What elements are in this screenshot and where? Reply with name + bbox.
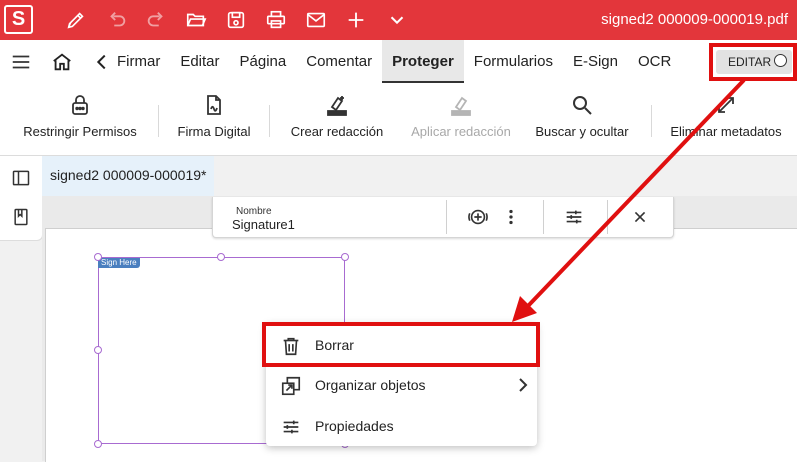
bookmark-icon[interactable]	[11, 207, 31, 227]
field-toolbar-divider	[543, 200, 544, 234]
toolbar-divider	[269, 105, 270, 137]
tab-pagina[interactable]: Página	[230, 40, 297, 83]
pen-icon[interactable]	[65, 9, 87, 31]
sign-here-tag: Sign Here	[98, 258, 140, 268]
tab-comentar[interactable]: Comentar	[296, 40, 382, 83]
propiedades-label: Propiedades	[315, 418, 394, 434]
hamburger-menu-icon[interactable]	[10, 51, 32, 73]
create-redaction-button[interactable]: Crear redacción	[282, 83, 392, 155]
highlight-borrar	[262, 322, 540, 367]
digital-signature-label: Firma Digital	[177, 124, 251, 139]
document-tab[interactable]: signed2 000009-000019*	[42, 156, 214, 196]
search-and-hide-label: Buscar y ocultar	[535, 124, 629, 139]
create-redaction-label: Crear redacción	[290, 124, 384, 139]
remove-metadata-label: Eliminar metadatos	[670, 124, 782, 139]
restrict-permissions-label: Restringir Permisos	[23, 124, 137, 139]
remove-metadata-icon	[714, 93, 738, 117]
tab-editar[interactable]: Editar	[170, 40, 229, 83]
add-field-icon[interactable]	[467, 206, 489, 228]
more-options-icon[interactable]	[500, 206, 522, 228]
field-toolbar-divider	[446, 200, 447, 234]
field-settings-icon[interactable]	[563, 206, 585, 228]
remove-metadata-button[interactable]: Eliminar metadatos	[664, 83, 788, 155]
menu-item-organizar-objetos[interactable]: Organizar objetos	[266, 365, 537, 406]
left-panel-rail	[0, 156, 43, 241]
protect-toolbar: Restringir Permisos Firma Digital Crear …	[0, 83, 797, 156]
close-icon[interactable]	[629, 206, 651, 228]
submenu-chevron-icon	[519, 378, 528, 392]
tab-firmar[interactable]: Firmar	[114, 40, 170, 83]
organizar-objetos-label: Organizar objetos	[315, 377, 426, 393]
tab-formularios[interactable]: Formularios	[464, 40, 563, 83]
field-name-value[interactable]: Signature1	[232, 217, 295, 232]
menu-bar: Firmar Editar Página Comentar Proteger F…	[0, 40, 797, 84]
resize-handle[interactable]	[341, 253, 349, 261]
apply-redaction-icon	[449, 93, 473, 117]
search-and-hide-button[interactable]: Buscar y ocultar	[528, 83, 636, 155]
undo-icon[interactable]	[106, 9, 128, 31]
field-name-label: Nombre	[236, 206, 272, 217]
resize-handle[interactable]	[94, 346, 102, 354]
field-properties-toolbar: Nombre Signature1	[212, 197, 674, 238]
plus-icon[interactable]	[345, 9, 367, 31]
app-logo[interactable]: S	[4, 5, 33, 34]
apply-redaction-label: Aplicar redacción	[411, 124, 511, 139]
field-toolbar-divider	[607, 200, 608, 234]
restrict-permissions-button[interactable]: Restringir Permisos	[14, 83, 146, 155]
sidebar-panel-icon[interactable]	[11, 168, 31, 188]
toolbar-divider	[651, 105, 652, 137]
lock-icon	[68, 93, 92, 117]
properties-icon	[280, 416, 302, 438]
highlight-edit-toggle	[709, 43, 797, 81]
search-icon	[570, 93, 594, 117]
title-bar: S signed2 000009-000019.pdf	[0, 0, 797, 40]
print-icon[interactable]	[265, 9, 287, 31]
tab-e-sign[interactable]: E-Sign	[563, 40, 628, 83]
ribbon-tabs: Firmar Editar Página Comentar Proteger F…	[112, 40, 681, 83]
save-icon[interactable]	[225, 9, 247, 31]
mail-icon[interactable]	[305, 9, 327, 31]
resize-handle[interactable]	[94, 253, 102, 261]
digital-signature-button[interactable]: Firma Digital	[166, 83, 262, 155]
tab-ocr[interactable]: OCR	[628, 40, 681, 83]
document-title: signed2 000009-000019.pdf	[601, 11, 788, 28]
open-folder-icon[interactable]	[185, 9, 207, 31]
arrange-objects-icon	[280, 375, 302, 397]
tab-proteger[interactable]: Proteger	[382, 40, 464, 83]
resize-handle[interactable]	[217, 253, 225, 261]
chevron-down-icon[interactable]	[386, 9, 408, 31]
menu-item-propiedades[interactable]: Propiedades	[266, 406, 537, 447]
apply-redaction-button[interactable]: Aplicar redacción	[402, 83, 520, 155]
scroll-tabs-left-icon[interactable]	[91, 51, 113, 73]
digital-signature-icon	[202, 93, 226, 117]
redo-icon[interactable]	[145, 9, 167, 31]
create-redaction-icon	[325, 93, 349, 117]
toolbar-divider	[158, 105, 159, 137]
resize-handle[interactable]	[94, 440, 102, 448]
home-icon[interactable]	[51, 51, 73, 73]
